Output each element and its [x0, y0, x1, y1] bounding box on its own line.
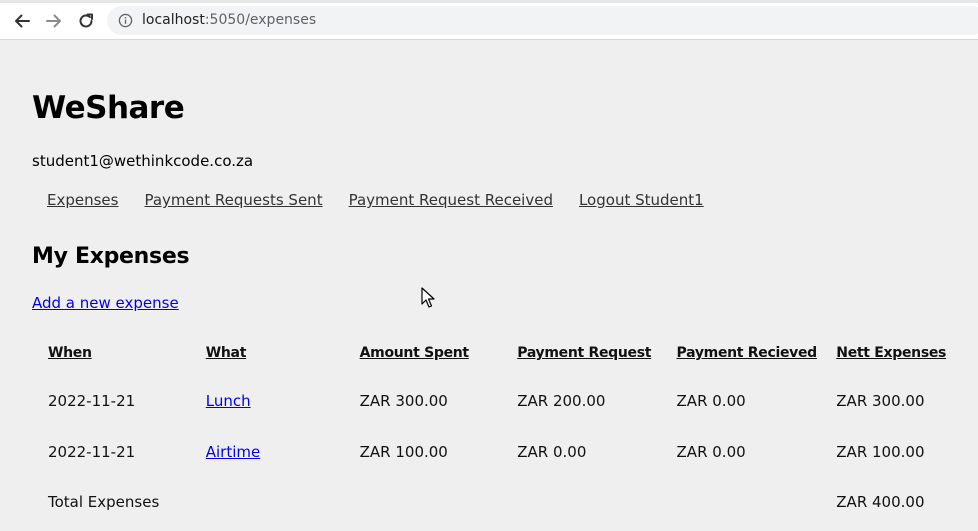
- cell-payment-request: ZAR 0.00: [517, 442, 587, 461]
- cell-when: 2022-11-21: [48, 442, 136, 461]
- expenses-table: When What Amount Spent Payment Request P…: [32, 331, 978, 527]
- cell-payment-received: ZAR 0.00: [676, 391, 746, 410]
- arrow-right-icon: [46, 14, 61, 28]
- column-header-when: When: [48, 345, 92, 361]
- forward-button[interactable]: [42, 9, 66, 33]
- address-bar[interactable]: localhost:5050/expenses: [107, 6, 978, 35]
- table-header-row: When What Amount Spent Payment Request P…: [32, 331, 978, 375]
- expense-link-airtime[interactable]: Airtime: [206, 443, 261, 461]
- cell-amount-spent: ZAR 300.00: [359, 391, 448, 410]
- nav-link-logout[interactable]: Logout Student1: [579, 191, 704, 209]
- main-nav: Expenses Payment Requests Sent Payment Req…: [47, 190, 730, 210]
- table-row: 2022-11-21 Lunch ZAR 300.00 ZAR 200.00 Z…: [32, 375, 978, 426]
- nav-link-payment-request-received[interactable]: Payment Request Received: [349, 191, 553, 209]
- url-text: localhost:5050/expenses: [142, 12, 316, 29]
- reload-icon: [79, 13, 93, 28]
- column-header-nett-expenses: Nett Expenses: [836, 345, 947, 361]
- nav-link-payment-requests-sent[interactable]: Payment Requests Sent: [144, 191, 322, 209]
- cell-amount-spent: ZAR 100.00: [359, 442, 448, 461]
- cell-what: Lunch: [190, 375, 344, 426]
- url-path: :5050/expenses: [204, 12, 317, 28]
- arrow-left-icon: [15, 14, 30, 28]
- reload-button[interactable]: [74, 9, 98, 33]
- column-header-payment-received: Payment Recieved: [676, 345, 818, 361]
- cell-nett-expenses: ZAR 300.00: [836, 391, 925, 410]
- add-expense-link[interactable]: Add a new expense: [32, 293, 179, 313]
- cell-what: Airtime: [190, 426, 344, 477]
- cell-payment-received: ZAR 0.00: [676, 442, 746, 461]
- expense-link-lunch[interactable]: Lunch: [206, 392, 251, 410]
- table-row: 2022-11-21 Airtime ZAR 100.00 ZAR 0.00 Z…: [32, 426, 978, 477]
- table-total-row: Total Expenses ZAR 400.00: [32, 477, 978, 527]
- total-value: ZAR 400.00: [836, 493, 925, 511]
- site-title: WeShare: [32, 90, 185, 126]
- back-button[interactable]: [10, 9, 34, 33]
- section-title: My Expenses: [32, 244, 190, 269]
- cell-payment-request: ZAR 200.00: [517, 391, 606, 410]
- nav-link-expenses[interactable]: Expenses: [47, 191, 118, 209]
- cell-nett-expenses: ZAR 100.00: [836, 442, 925, 461]
- window-top-edge: [0, 0, 978, 3]
- browser-toolbar: localhost:5050/expenses: [0, 0, 978, 40]
- page-content: WeShare student1@wethinkcode.co.za Expen…: [0, 41, 978, 531]
- column-header-what: What: [205, 345, 247, 361]
- mouse-pointer-icon: [421, 287, 435, 308]
- total-label: Total Expenses: [48, 493, 160, 511]
- url-host: localhost: [142, 12, 205, 28]
- user-email: student1@wethinkcode.co.za: [32, 152, 254, 170]
- cell-when: 2022-11-21: [48, 391, 136, 410]
- column-header-amount-spent: Amount Spent: [359, 345, 470, 361]
- column-header-payment-request: Payment Request: [517, 345, 652, 361]
- info-icon[interactable]: [118, 13, 133, 28]
